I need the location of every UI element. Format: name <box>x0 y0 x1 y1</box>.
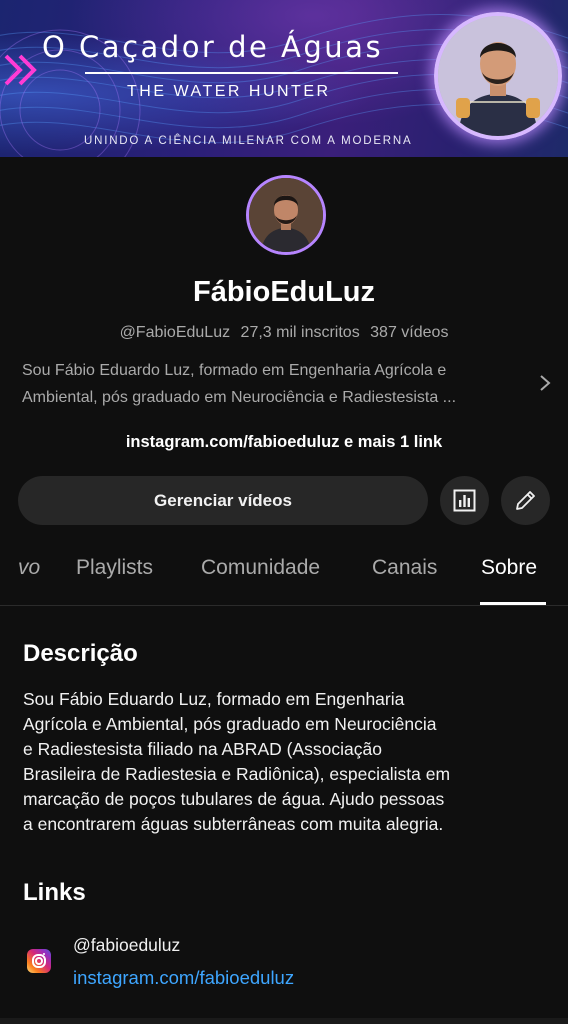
banner-tagline: UNINDO A CIÊNCIA MILENAR COM A MODERNA <box>84 135 413 147</box>
description-heading: Descrição <box>23 640 138 667</box>
description-line: Brasileira de Radiestesia e Radiônica), … <box>23 764 451 784</box>
channel-bio-preview[interactable]: Sou Fábio Eduardo Luz, formado em Engenh… <box>22 357 522 411</box>
channel-meta: @FabioEduLuz 27,3 mil inscritos 387 víde… <box>0 324 568 342</box>
channel-links-summary[interactable]: instagram.com/fabioeduluz e mais 1 link <box>0 433 568 452</box>
description-text: Sou Fábio Eduardo Luz, formado em Engenh… <box>23 687 548 837</box>
description-line: Agrícola e Ambiental, pós graduado em Ne… <box>23 714 437 734</box>
channel-tabs: vo Playlists Comunidade Canais Sobre <box>0 556 568 606</box>
chevron-right-icon[interactable] <box>538 373 552 393</box>
subscriber-count: 27,3 mil inscritos <box>240 324 360 341</box>
instagram-icon <box>27 949 51 973</box>
edit-channel-button[interactable] <box>501 476 550 525</box>
link-title[interactable]: @fabioeduluz <box>73 935 180 956</box>
tab-channels[interactable]: Canais <box>372 556 437 580</box>
description-line: Sou Fábio Eduardo Luz, formado em Engenh… <box>23 689 405 709</box>
video-count: 387 vídeos <box>370 324 449 341</box>
manage-videos-button[interactable]: Gerenciar vídeos <box>18 476 428 525</box>
channel-name: FábioEduLuz <box>192 276 376 308</box>
chevrons-decoration-icon <box>4 54 37 86</box>
banner-divider <box>85 72 398 74</box>
tab-partial[interactable]: vo <box>18 556 40 580</box>
tab-playlists[interactable]: Playlists <box>76 556 153 580</box>
description-line: marcação de poços tubulares de água. Aju… <box>23 789 445 809</box>
banner-title: O Caçador de Águas <box>42 30 384 64</box>
channel-banner: O Caçador de Águas THE WATER HUNTER UNIN… <box>0 0 568 157</box>
channel-avatar[interactable] <box>246 175 326 255</box>
links-heading: Links <box>23 879 86 906</box>
tabs-divider <box>0 605 568 606</box>
channel-handle: @FabioEduLuz <box>119 324 231 341</box>
description-line: e Radiestesista filiado na ABRAD (Associ… <box>23 739 382 759</box>
description-line: a encontrarem águas subterrâneas com mui… <box>23 814 444 834</box>
tab-about[interactable]: Sobre <box>481 556 537 580</box>
link-url[interactable]: instagram.com/fabioeduluz <box>73 967 294 989</box>
bottom-edge <box>0 1018 568 1024</box>
pencil-icon <box>516 491 535 510</box>
banner-subtitle: THE WATER HUNTER <box>127 83 331 100</box>
analytics-button[interactable] <box>440 476 489 525</box>
tab-community[interactable]: Comunidade <box>201 556 320 580</box>
banner-portrait-image <box>434 12 562 140</box>
bar-chart-icon <box>453 489 476 512</box>
